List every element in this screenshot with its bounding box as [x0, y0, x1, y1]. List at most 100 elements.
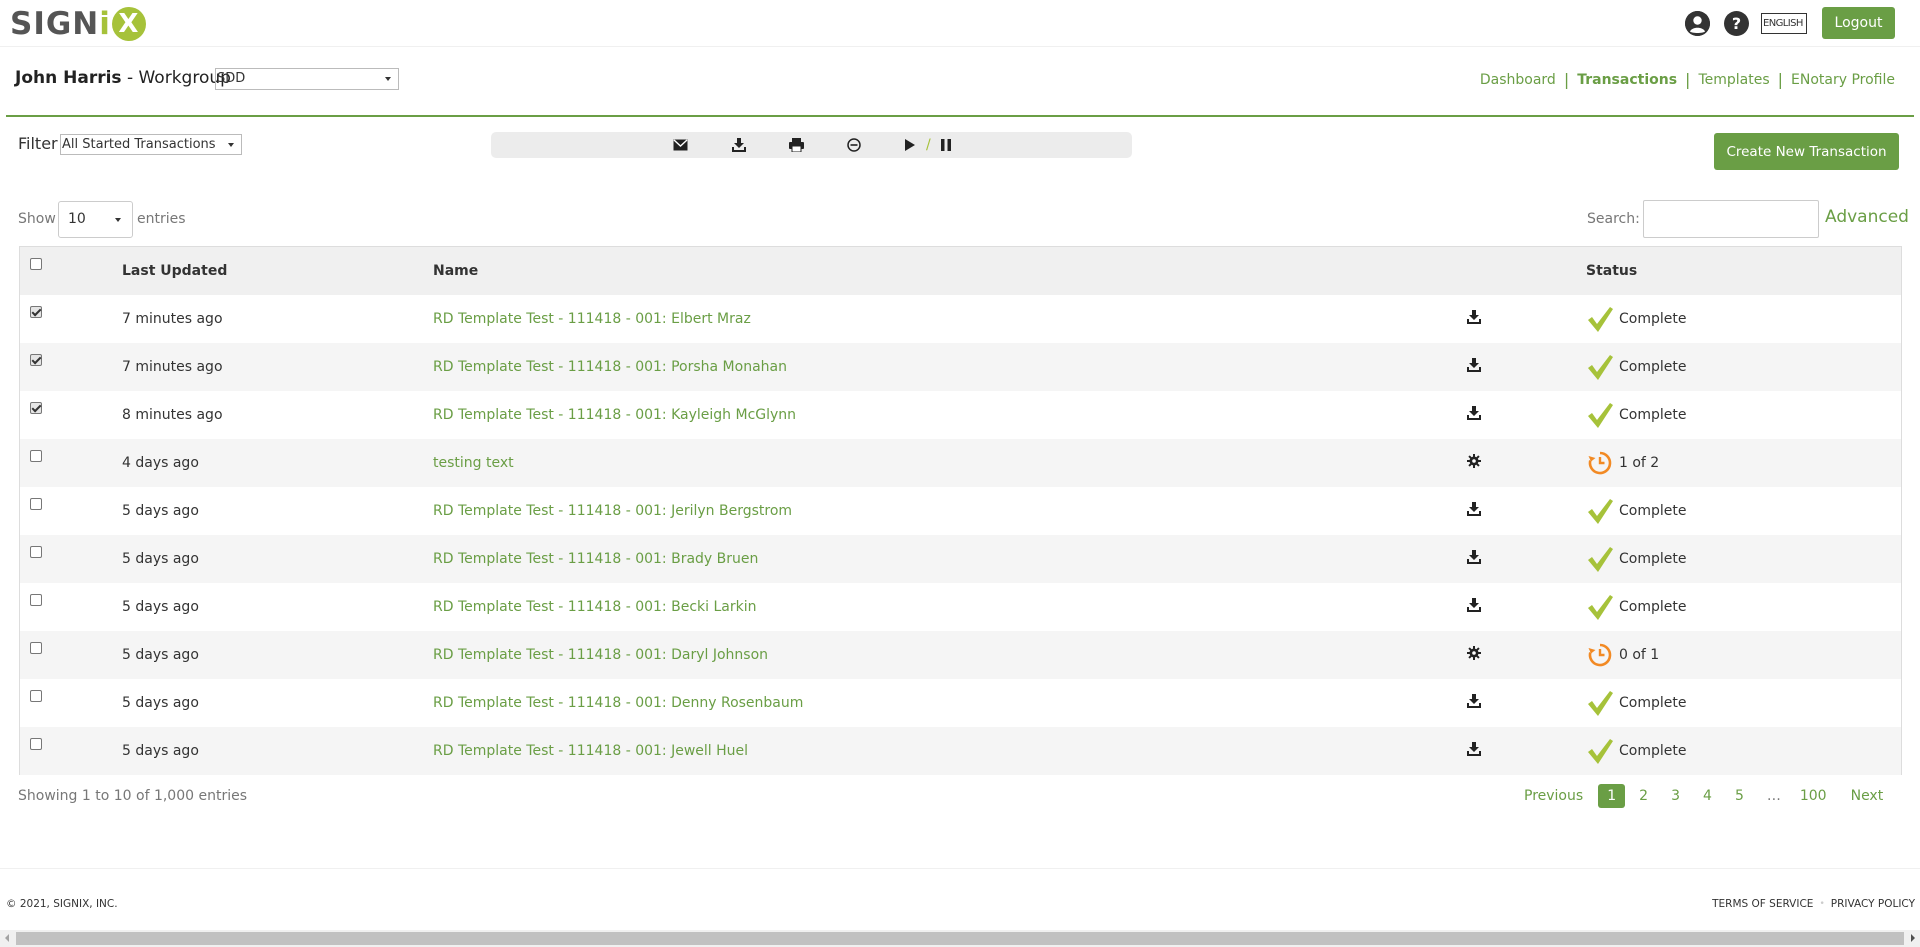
- envelope-icon[interactable]: [673, 136, 688, 156]
- transaction-name-link[interactable]: RD Template Test - 111418 - 001: Kayleig…: [433, 407, 796, 423]
- row-checkbox[interactable]: [30, 306, 42, 318]
- status-text: Complete: [1619, 599, 1687, 615]
- pagination-page-2[interactable]: 2: [1639, 788, 1648, 804]
- gear-icon[interactable]: [1467, 454, 1481, 468]
- nav-separator: |: [1777, 70, 1784, 89]
- download-icon[interactable]: [1467, 310, 1483, 324]
- table-row[interactable]: 5 days ago RD Template Test - 111418 - 00…: [20, 487, 1901, 535]
- row-checkbox[interactable]: [30, 738, 42, 750]
- transaction-name-link[interactable]: RD Template Test - 111418 - 001: Jewell …: [433, 743, 748, 759]
- transaction-name-link[interactable]: RD Template Test - 111418 - 001: Daryl J…: [433, 647, 768, 663]
- table-row[interactable]: 5 days ago RD Template Test - 111418 - 00…: [20, 583, 1901, 631]
- scroll-right-icon[interactable]: [1911, 934, 1915, 942]
- table-row[interactable]: 5 days ago RD Template Test - 111418 - 00…: [20, 727, 1901, 775]
- transaction-name-link[interactable]: RD Template Test - 111418 - 001: Brady B…: [433, 551, 758, 567]
- row-checkbox[interactable]: [30, 546, 42, 558]
- nav-transactions[interactable]: Transactions: [1577, 72, 1677, 88]
- row-last-updated: 5 days ago: [122, 695, 199, 711]
- pagination-previous[interactable]: Previous: [1524, 788, 1583, 804]
- row-checkbox[interactable]: [30, 450, 42, 462]
- row-checkbox[interactable]: [30, 354, 42, 366]
- transaction-name-link[interactable]: testing text: [433, 455, 514, 471]
- transaction-name-link[interactable]: RD Template Test - 111418 - 001: Elbert …: [433, 311, 751, 327]
- advanced-search-link[interactable]: Advanced: [1825, 207, 1909, 227]
- column-status[interactable]: Status: [1586, 247, 1901, 295]
- download-icon[interactable]: [1467, 742, 1483, 756]
- transaction-name-link[interactable]: RD Template Test - 111418 - 001: Porsha …: [433, 359, 787, 375]
- scroll-left-icon[interactable]: [5, 934, 9, 942]
- row-last-updated: 5 days ago: [122, 743, 199, 759]
- select-all-checkbox[interactable]: [30, 258, 42, 270]
- row-checkbox[interactable]: [30, 498, 42, 510]
- question-circle-icon[interactable]: ?: [1724, 10, 1749, 36]
- pagination-page-1[interactable]: 1: [1598, 784, 1626, 808]
- pagination-page-3[interactable]: 3: [1671, 788, 1680, 804]
- row-last-updated: 5 days ago: [122, 599, 199, 615]
- copyright: © 2021, SIGNIX, INC.: [6, 898, 118, 910]
- user-name: John Harris: [15, 68, 122, 88]
- pagination-page-100[interactable]: 100: [1800, 788, 1827, 804]
- nav-enotary-profile[interactable]: ENotary Profile: [1791, 72, 1895, 88]
- download-icon[interactable]: [1467, 550, 1483, 564]
- table-row[interactable]: 5 days ago RD Template Test - 111418 - 00…: [20, 631, 1901, 679]
- pagination-page-5[interactable]: 5: [1735, 788, 1744, 804]
- print-icon[interactable]: [789, 136, 804, 157]
- download-icon[interactable]: [1467, 598, 1483, 612]
- privacy-policy-link[interactable]: PRIVACY POLICY: [1831, 898, 1915, 910]
- nav-dashboard[interactable]: Dashboard: [1480, 72, 1556, 88]
- signix-logo[interactable]: SIGN i X: [10, 6, 146, 42]
- table-row[interactable]: 7 minutes ago RD Template Test - 111418 -…: [20, 343, 1901, 391]
- column-name[interactable]: Name: [433, 247, 1442, 295]
- language-select[interactable]: ENGLISH: [1761, 12, 1807, 34]
- nav-separator: |: [1563, 70, 1570, 89]
- row-checkbox[interactable]: [30, 690, 42, 702]
- row-last-updated: 8 minutes ago: [122, 407, 223, 423]
- page-size-value: 10: [68, 211, 86, 227]
- column-last-updated[interactable]: Last Updated: [122, 247, 433, 295]
- pause-icon[interactable]: [941, 136, 951, 156]
- transaction-name-link[interactable]: RD Template Test - 111418 - 001: Denny R…: [433, 695, 803, 711]
- row-checkbox[interactable]: [30, 402, 42, 414]
- create-transaction-button[interactable]: Create New Transaction: [1714, 133, 1899, 170]
- bulk-action-toolbar: /: [491, 132, 1132, 158]
- row-checkbox[interactable]: [30, 594, 42, 606]
- row-last-updated: 4 days ago: [122, 455, 199, 471]
- pagination-page-4[interactable]: 4: [1703, 788, 1712, 804]
- transaction-name-link[interactable]: RD Template Test - 111418 - 001: Becki L…: [433, 599, 756, 615]
- search-input[interactable]: [1643, 200, 1819, 238]
- check-icon: [1586, 737, 1614, 765]
- table-row[interactable]: 7 minutes ago RD Template Test - 111418 -…: [20, 295, 1901, 343]
- transaction-name-link[interactable]: RD Template Test - 111418 - 001: Jerilyn…: [433, 503, 792, 519]
- user-circle-icon[interactable]: [1685, 10, 1710, 36]
- scrollbar-thumb[interactable]: [16, 932, 1904, 945]
- filter-select[interactable]: All Started Transactions: [60, 134, 242, 155]
- nav-separator: |: [1685, 70, 1691, 89]
- nav-templates[interactable]: Templates: [1698, 72, 1769, 88]
- gear-icon[interactable]: [1467, 646, 1481, 660]
- table-row[interactable]: 5 days ago RD Template Test - 111418 - 00…: [20, 679, 1901, 727]
- download-icon[interactable]: [1467, 502, 1483, 516]
- entries-label: entries: [137, 211, 186, 227]
- status-text: Complete: [1619, 407, 1687, 423]
- status-text: Complete: [1619, 695, 1687, 711]
- download-icon[interactable]: [1467, 406, 1483, 420]
- horizontal-scrollbar[interactable]: [0, 930, 1920, 947]
- workgroup-select[interactable]: SDD: [215, 68, 399, 90]
- cancel-icon[interactable]: [847, 136, 861, 157]
- download-icon[interactable]: [732, 136, 746, 157]
- check-icon: [1586, 305, 1614, 333]
- page-size-select[interactable]: 10: [58, 201, 133, 238]
- play-icon[interactable]: [905, 136, 915, 156]
- terms-of-service-link[interactable]: TERMS OF SERVICE: [1712, 898, 1813, 910]
- table-row[interactable]: 8 minutes ago RD Template Test - 111418 -…: [20, 391, 1901, 439]
- logout-button[interactable]: Logout: [1822, 7, 1895, 39]
- status-text: Complete: [1619, 359, 1687, 375]
- download-icon[interactable]: [1467, 358, 1483, 372]
- table-row[interactable]: 5 days ago RD Template Test - 111418 - 00…: [20, 535, 1901, 583]
- download-icon[interactable]: [1467, 694, 1483, 708]
- header-row: John Harris - Workgroup SDD Dashboard | …: [0, 46, 1920, 116]
- pagination-next[interactable]: Next: [1851, 788, 1884, 804]
- row-checkbox[interactable]: [30, 642, 42, 654]
- table-row[interactable]: 4 days ago testing text 1 of 2: [20, 439, 1901, 487]
- workgroup-value: SDD: [217, 71, 246, 86]
